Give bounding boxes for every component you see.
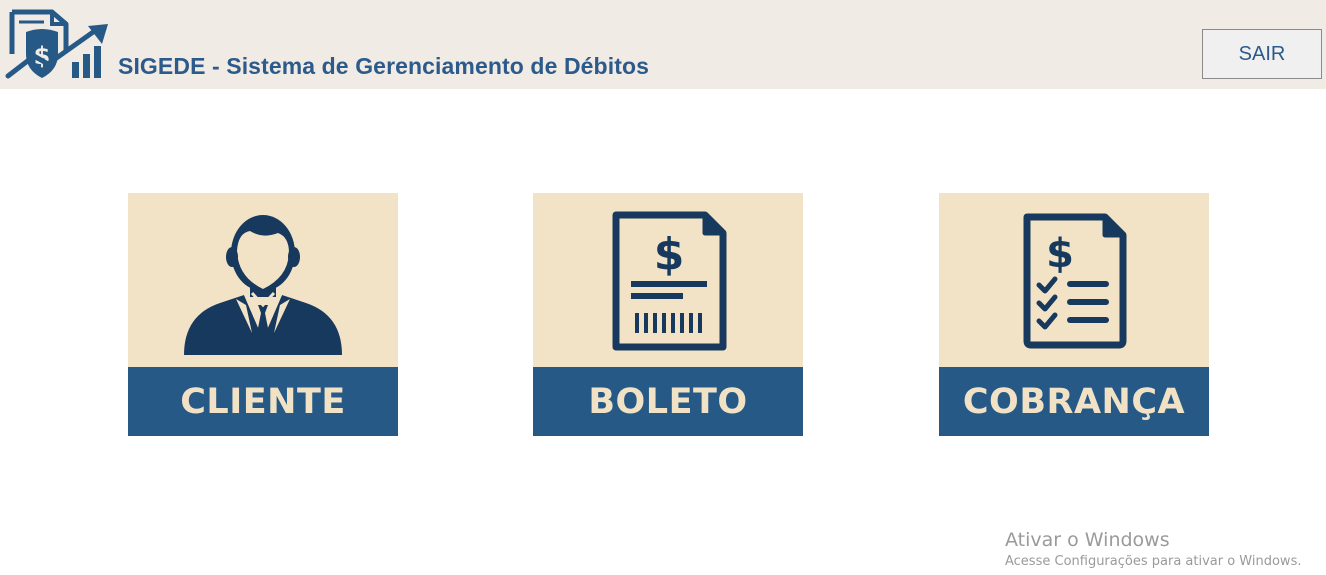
tile-label-cliente: CLIENTE <box>180 381 346 422</box>
tile-boleto[interactable]: $ BOLETO <box>533 193 803 436</box>
windows-activation-watermark: Ativar o Windows Acesse Configurações pa… <box>1005 529 1301 571</box>
boleto-invoice-icon: $ <box>612 211 727 351</box>
app-title: SIGEDE - Sistema de Gerenciamento de Déb… <box>118 53 649 79</box>
tile-label-bar: BOLETO <box>533 367 803 436</box>
watermark-title: Ativar o Windows <box>1005 529 1170 551</box>
header-bar: $ SIGEDE - Sistema de Gerenciamento de D… <box>0 0 1326 89</box>
billing-checklist-icon: $ <box>1023 213 1127 349</box>
watermark-subtitle: Acesse Configurações para ativar o Windo… <box>1005 554 1302 569</box>
tile-label-bar: CLIENTE <box>128 367 398 436</box>
finance-shield-dollar-chart-icon: $ <box>4 4 116 86</box>
tile-label-bar: COBRANÇA <box>939 367 1209 436</box>
tile-cliente[interactable]: CLIENTE <box>128 193 398 436</box>
app-logo: $ <box>4 4 116 86</box>
svg-text:$: $ <box>1046 231 1074 277</box>
exit-button[interactable]: SAIR <box>1202 29 1322 79</box>
tile-cobranca[interactable]: $ COBRANÇA <box>939 193 1209 436</box>
svg-text:$: $ <box>654 229 685 280</box>
tile-label-cobranca: COBRANÇA <box>962 381 1186 422</box>
client-person-icon <box>184 215 342 355</box>
tile-label-boleto: BOLETO <box>588 381 748 422</box>
